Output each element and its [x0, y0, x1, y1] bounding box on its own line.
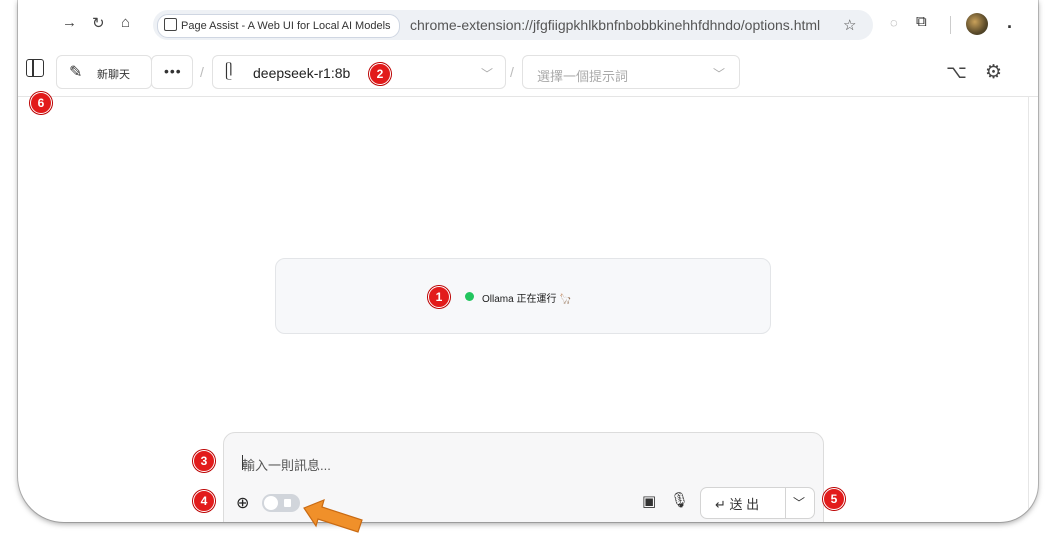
- llama-icon: ᥫ: [225, 63, 233, 80]
- send-label: 送 出: [729, 497, 760, 512]
- url-text[interactable]: chrome-extension://jfgfiigpkhlkbnfnbobbk…: [410, 17, 820, 33]
- profile-avatar[interactable]: [966, 13, 988, 35]
- page-chip-label: Page Assist - A Web UI for Local AI Mode…: [181, 20, 391, 32]
- breadcrumb-separator: /: [200, 64, 204, 80]
- extensions-puzzle-icon[interactable]: ⧉: [916, 13, 927, 30]
- reload-icon[interactable]: ↻: [92, 14, 105, 32]
- send-button[interactable]: ↵ 送 出: [715, 494, 759, 513]
- microphone-icon[interactable]: 🎙: [670, 491, 689, 509]
- message-input[interactable]: 輸入一則訊息...: [242, 455, 331, 474]
- toggle-knob: [264, 496, 278, 510]
- right-panel-edge: [1028, 96, 1038, 516]
- badge-4: 4: [193, 490, 215, 512]
- breadcrumb-separator: /: [510, 64, 514, 80]
- badge-2: 2: [369, 63, 391, 85]
- home-icon[interactable]: ⌂: [121, 14, 130, 31]
- new-chat-button[interactable]: ✎ 新聊天: [56, 55, 152, 89]
- chat-bubble-icon[interactable]: ◌: [890, 15, 898, 30]
- ollama-status-card: Ollama 正在運行 🦙: [275, 258, 771, 334]
- new-chat-label: 新聊天: [97, 69, 130, 81]
- address-bar[interactable]: Page Assist - A Web UI for Local AI Mode…: [153, 10, 873, 40]
- send-divider: [785, 488, 786, 518]
- image-upload-icon[interactable]: ▣: [642, 492, 656, 510]
- send-button-group: ↵ 送 出 ﹀: [700, 487, 815, 519]
- chrome-separator: [950, 16, 951, 34]
- extension-page-icon: [164, 18, 177, 31]
- model-select[interactable]: ᥫ deepseek-r1:8b ﹀: [212, 55, 506, 89]
- ollama-status-text: Ollama 正在運行 🦙: [482, 294, 572, 305]
- sidebar-toggle-icon[interactable]: [26, 59, 44, 77]
- badge-1: 1: [428, 286, 450, 308]
- prompt-placeholder: 選擇一個提示詞: [537, 69, 629, 84]
- app-toolbar: ✎ 新聊天 ••• / ᥫ deepseek-r1:8b ﹀ / 選擇一個提示詞…: [18, 52, 1038, 97]
- chevron-down-icon: ﹀: [480, 67, 493, 81]
- bookmark-star-icon[interactable]: ☆: [843, 16, 856, 34]
- web-search-toggle[interactable]: [262, 494, 300, 512]
- github-icon[interactable]: ⌥: [946, 62, 967, 83]
- browser-window: → ↻ ⌂ Page Assist - A Web UI for Local A…: [18, 0, 1038, 522]
- model-name: deepseek-r1:8b: [253, 65, 351, 81]
- gear-icon[interactable]: ⚙: [985, 61, 1002, 84]
- forward-icon[interactable]: →: [62, 14, 77, 31]
- prompt-select[interactable]: 選擇一個提示詞 ﹀: [522, 55, 740, 89]
- send-options-chevron-icon[interactable]: ﹀: [793, 494, 805, 511]
- badge-6: 6: [30, 92, 52, 114]
- page-chip[interactable]: Page Assist - A Web UI for Local AI Mode…: [157, 14, 400, 38]
- chevron-down-icon: ﹀: [712, 67, 725, 81]
- more-options-button[interactable]: •••: [151, 55, 193, 89]
- edit-icon: ✎: [69, 64, 83, 81]
- browser-chrome: → ↻ ⌂ Page Assist - A Web UI for Local A…: [18, 0, 1038, 52]
- badge-3: 3: [193, 450, 215, 472]
- browser-menu-icon[interactable]: .: [1007, 12, 1012, 33]
- annotation-arrow-icon: [303, 498, 363, 533]
- toggle-indicator: [284, 499, 291, 507]
- badge-5: 5: [823, 488, 845, 510]
- more-label: •••: [164, 63, 182, 79]
- status-dot: [465, 292, 474, 301]
- globe-icon[interactable]: ⊕: [236, 493, 249, 513]
